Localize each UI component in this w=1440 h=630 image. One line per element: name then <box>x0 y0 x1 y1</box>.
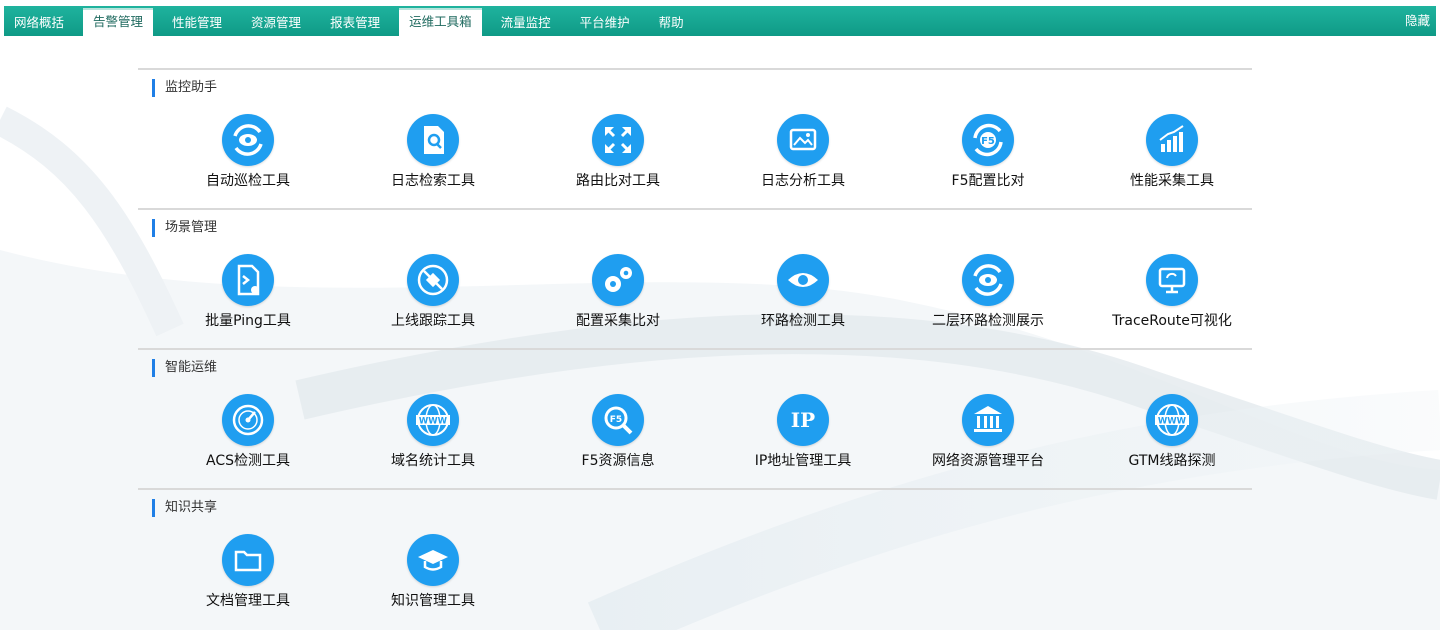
nav-platform-maintenance[interactable]: 平台维护 <box>570 10 640 36</box>
ip-pin-icon: IP <box>777 394 829 446</box>
bank-icon <box>962 394 1014 446</box>
section-scenario-management: 场景管理 批量Ping工具 上线跟踪工具 配置采集比对 环路检测工具 二层环路检… <box>138 208 1252 348</box>
eye-icon <box>777 254 829 306</box>
nav-report-management[interactable]: 报表管理 <box>320 10 390 36</box>
tool-network-resource-platform[interactable]: 网络资源管理平台 <box>908 394 1068 470</box>
bar-chart-icon <box>1146 114 1198 166</box>
tool-f5-config-compare[interactable]: F5 F5配置比对 <box>908 114 1068 190</box>
svg-text:F5: F5 <box>610 415 622 425</box>
tool-route-compare[interactable]: 路由比对工具 <box>538 114 698 190</box>
tool-ip-management[interactable]: IP IP地址管理工具 <box>723 394 883 470</box>
section-intelligent-ops: 智能运维 ACS检测工具 WWW 域名统计工具 F5 F5资源信息 IP IP地… <box>138 348 1252 488</box>
tool-label: F5资源信息 <box>581 453 655 469</box>
f5-search-icon: F5 <box>592 394 644 446</box>
section-knowledge-sharing: 知识共享 文档管理工具 知识管理工具 <box>138 488 1252 628</box>
nav-help[interactable]: 帮助 <box>649 10 694 36</box>
www-globe-icon: WWW <box>407 394 459 446</box>
nav-performance-management[interactable]: 性能管理 <box>162 10 232 36</box>
tool-batch-ping[interactable]: 批量Ping工具 <box>168 254 328 330</box>
tool-document-management[interactable]: 文档管理工具 <box>168 534 328 610</box>
tool-label: 文档管理工具 <box>206 593 290 609</box>
monitor-icon <box>1146 254 1198 306</box>
svg-text:F5: F5 <box>981 136 995 147</box>
section-title: 监控助手 <box>152 79 217 97</box>
section-title: 智能运维 <box>152 359 217 377</box>
tool-label: 日志分析工具 <box>761 173 845 189</box>
image-log-icon <box>777 114 829 166</box>
tool-f5-resource-info[interactable]: F5 F5资源信息 <box>538 394 698 470</box>
tool-acs-detection[interactable]: ACS检测工具 <box>168 394 328 470</box>
tool-auto-inspection[interactable]: 自动巡检工具 <box>168 114 328 190</box>
tool-domain-stats[interactable]: WWW 域名统计工具 <box>353 394 513 470</box>
tool-online-tracking[interactable]: 上线跟踪工具 <box>353 254 513 330</box>
tool-label: 环路检测工具 <box>761 313 845 329</box>
refresh-eye-icon <box>962 254 1014 306</box>
section-monitoring-assistant: 监控助手 自动巡检工具 日志检索工具 路由比对工具 日志分析工具 F5 F5配置… <box>138 68 1252 208</box>
tool-performance-collection[interactable]: 性能采集工具 <box>1092 114 1252 190</box>
tool-label: 批量Ping工具 <box>205 313 291 329</box>
tool-label: TraceRoute可视化 <box>1112 313 1232 329</box>
expand-arrows-icon <box>592 114 644 166</box>
tool-label: 路由比对工具 <box>576 173 660 189</box>
tool-traceroute-visual[interactable]: TraceRoute可视化 <box>1092 254 1252 330</box>
tool-config-collect-compare[interactable]: 配置采集比对 <box>538 254 698 330</box>
tool-log-analysis[interactable]: 日志分析工具 <box>723 114 883 190</box>
tool-label: 二层环路检测展示 <box>932 313 1044 329</box>
tool-label: GTM线路探测 <box>1128 453 1216 469</box>
svg-text:WWW: WWW <box>1158 417 1187 427</box>
satellite-icon <box>407 254 459 306</box>
tool-knowledge-management[interactable]: 知识管理工具 <box>353 534 513 610</box>
section-title: 场景管理 <box>152 219 217 237</box>
tool-label: 知识管理工具 <box>391 593 475 609</box>
www-globe-icon: WWW <box>1146 394 1198 446</box>
nav-traffic-monitoring[interactable]: 流量监控 <box>491 10 561 36</box>
tool-l2-loop-display[interactable]: 二层环路检测展示 <box>908 254 1068 330</box>
gears-icon <box>592 254 644 306</box>
tool-label: ACS检测工具 <box>206 453 290 469</box>
tool-gtm-line-probe[interactable]: WWW GTM线路探测 <box>1092 394 1252 470</box>
tool-label: 域名统计工具 <box>391 453 475 469</box>
nav-hide-button[interactable]: 隐藏 <box>1405 6 1430 36</box>
svg-text:WWW: WWW <box>419 417 448 427</box>
tool-log-search[interactable]: 日志检索工具 <box>353 114 513 190</box>
tools-panel: 监控助手 自动巡检工具 日志检索工具 路由比对工具 日志分析工具 F5 F5配置… <box>138 68 1252 628</box>
tool-label: 性能采集工具 <box>1130 173 1214 189</box>
f5-refresh-icon: F5 <box>962 114 1014 166</box>
graduation-cap-icon <box>407 534 459 586</box>
refresh-eye-icon <box>222 114 274 166</box>
tool-label: 网络资源管理平台 <box>932 453 1044 469</box>
nav-resource-management[interactable]: 资源管理 <box>241 10 311 36</box>
tool-label: 自动巡检工具 <box>206 173 290 189</box>
doc-search-icon <box>407 114 459 166</box>
nav-alarm-management[interactable]: 告警管理 <box>83 8 154 36</box>
tool-label: 上线跟踪工具 <box>391 313 475 329</box>
terminal-file-icon <box>222 254 274 306</box>
folder-icon <box>222 534 274 586</box>
tool-label: 日志检索工具 <box>391 173 475 189</box>
section-title: 知识共享 <box>152 499 217 517</box>
nav-ops-toolbox[interactable]: 运维工具箱 <box>399 8 482 36</box>
top-nav-bar: 网络概括 告警管理 性能管理 资源管理 报表管理 运维工具箱 流量监控 平台维护… <box>4 6 1436 36</box>
nav-network-overview[interactable]: 网络概括 <box>4 10 74 36</box>
tool-label: IP地址管理工具 <box>754 453 852 469</box>
gauge-icon <box>222 394 274 446</box>
tool-label: F5配置比对 <box>951 173 1025 189</box>
tool-label: 配置采集比对 <box>576 313 660 329</box>
tool-loop-detection[interactable]: 环路检测工具 <box>723 254 883 330</box>
svg-text:IP: IP <box>791 408 815 432</box>
